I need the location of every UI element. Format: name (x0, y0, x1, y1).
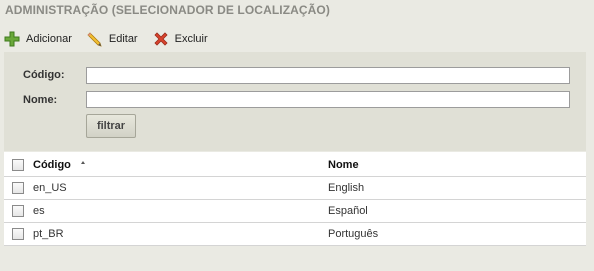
locale-table: Código Nome en_US English es Español pt_… (4, 152, 586, 246)
page-title: ADMINISTRAÇÃO (SELECIONADOR DE LOCALIZAÇ… (5, 3, 330, 17)
delete-x-icon (153, 31, 169, 47)
name-filter-input[interactable] (86, 91, 570, 108)
row-name: English (328, 182, 365, 194)
delete-button[interactable]: Excluir (153, 31, 208, 47)
delete-button-label: Excluir (174, 33, 208, 45)
row-name: Português (328, 228, 379, 240)
table-row[interactable]: pt_BR Português (4, 223, 586, 246)
add-button-label: Adicionar (26, 33, 72, 45)
name-label: Nome: (23, 94, 58, 106)
filter-panel: Código: Nome: filtrar (4, 52, 586, 151)
filter-button[interactable]: filtrar (86, 114, 136, 138)
row-checkbox[interactable] (12, 228, 24, 240)
sort-ascending-icon[interactable] (81, 161, 85, 164)
row-code: es (33, 205, 45, 217)
table-header: Código Nome (4, 152, 586, 177)
pencil-icon (87, 31, 103, 47)
code-column-header[interactable]: Código (33, 159, 71, 171)
row-checkbox[interactable] (12, 205, 24, 217)
toolbar: Adicionar Editar Excluir (4, 30, 223, 48)
select-all-checkbox[interactable] (12, 159, 24, 171)
add-button[interactable]: Adicionar (4, 31, 72, 47)
plus-icon (4, 31, 20, 47)
edit-button-label: Editar (108, 33, 138, 45)
row-code: pt_BR (33, 228, 64, 240)
code-filter-input[interactable] (86, 67, 570, 84)
name-column-header[interactable]: Nome (328, 159, 359, 171)
code-label: Código: (23, 69, 65, 81)
table-row[interactable]: es Español (4, 200, 586, 223)
row-name: Español (328, 205, 368, 217)
row-code: en_US (33, 182, 67, 194)
row-checkbox[interactable] (12, 182, 24, 194)
edit-button[interactable]: Editar (87, 31, 138, 47)
table-row[interactable]: en_US English (4, 177, 586, 200)
